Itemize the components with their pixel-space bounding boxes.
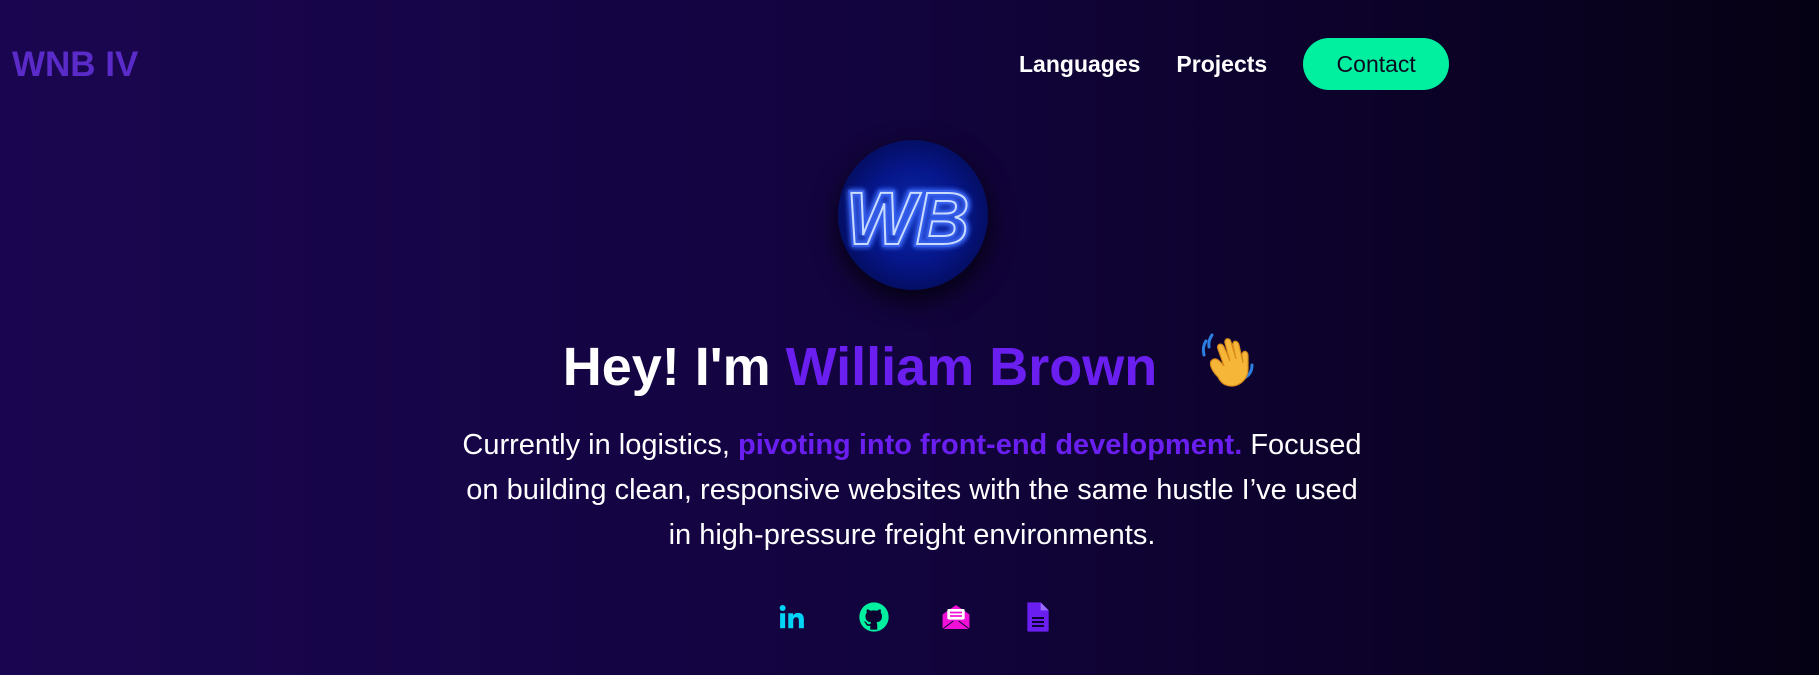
- resume-document-icon[interactable]: [1021, 600, 1055, 634]
- bio-highlight: pivoting into front-end development.: [738, 429, 1243, 461]
- hero-name: William Brown: [785, 337, 1158, 397]
- bio-text-start: Currently in logistics,: [462, 429, 739, 461]
- linkedin-icon[interactable]: [775, 600, 809, 634]
- nav-link-languages[interactable]: Languages: [1019, 38, 1140, 90]
- site-logo[interactable]: WNB IV: [12, 44, 138, 86]
- github-icon[interactable]: [857, 600, 891, 634]
- nav-link-projects[interactable]: Projects: [1176, 38, 1267, 90]
- hero-headline: Hey! I'm William Brown: [0, 331, 1819, 404]
- social-links: [775, 600, 1103, 634]
- monogram-text: WB: [846, 177, 969, 260]
- main-nav: Languages Projects Contact: [1000, 38, 1450, 90]
- hero-bio: Currently in logistics, pivoting into fr…: [458, 423, 1366, 558]
- greeting-text: Hey! I'm: [562, 337, 771, 397]
- wb-monogram-logo: WB WB: [843, 174, 972, 263]
- email-icon[interactable]: [939, 600, 973, 634]
- avatar: WB WB: [838, 140, 988, 290]
- contact-button[interactable]: Contact: [1303, 38, 1450, 90]
- waving-hand-icon: [1200, 331, 1256, 404]
